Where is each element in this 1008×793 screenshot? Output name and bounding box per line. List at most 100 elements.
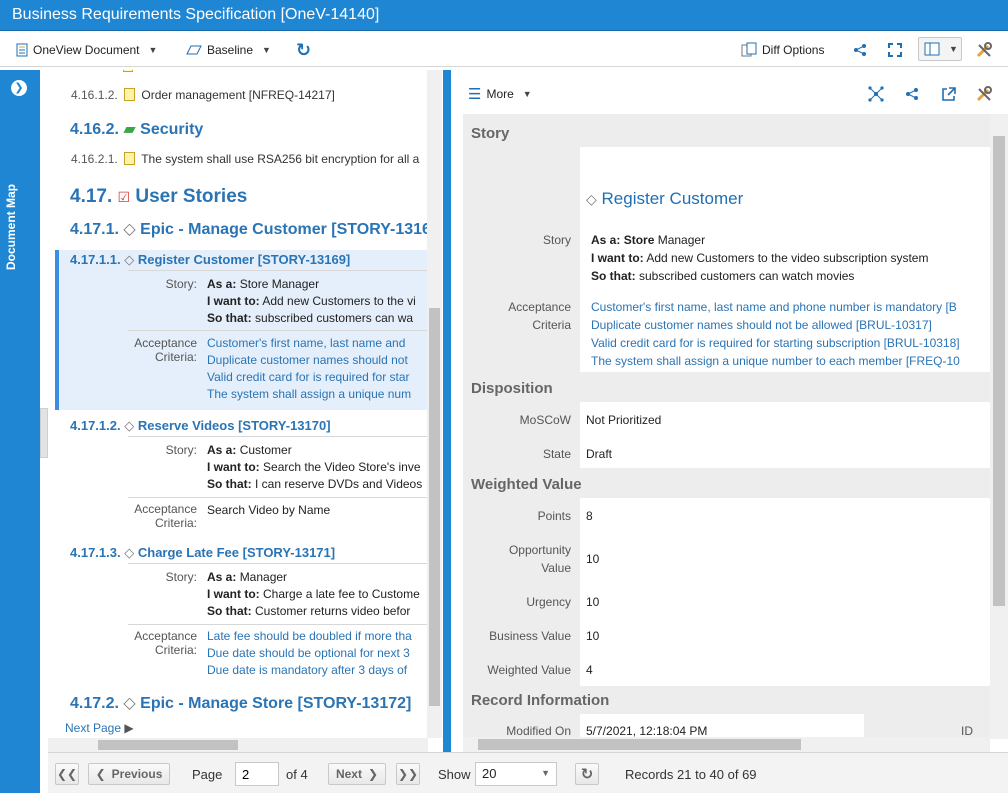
page-number-input[interactable] bbox=[235, 762, 279, 786]
refresh-button[interactable]: ↻ bbox=[296, 40, 311, 60]
share-icon bbox=[853, 43, 867, 57]
criteria-link[interactable]: Due date is mandatory after 3 days of bbox=[207, 662, 412, 679]
tag-icon: ◇ bbox=[123, 695, 136, 712]
network-icon bbox=[868, 86, 884, 102]
document-pane: 4.16.1.2. Order management [NFREQ-14217]… bbox=[48, 70, 443, 740]
fullscreen-button[interactable] bbox=[888, 40, 902, 60]
divider bbox=[128, 330, 428, 331]
criteria-link[interactable]: The system shall assign a unique number … bbox=[591, 352, 960, 370]
criteria-link[interactable]: Valid credit card for is required for st… bbox=[591, 334, 960, 352]
tools-button[interactable] bbox=[976, 40, 992, 60]
item-title: ◇ Register Customer bbox=[586, 190, 743, 208]
criteria-link[interactable]: Duplicate customer names should not bbox=[207, 352, 411, 369]
acceptance-label: Acceptance Criteria: bbox=[120, 502, 197, 530]
acc-label-1: Acceptance bbox=[134, 629, 197, 643]
doc-heading[interactable]: 4.16.2. ▰ Security bbox=[70, 119, 203, 139]
tools-icon bbox=[976, 86, 992, 102]
details-panel: Story ◇ Register Customer Story As a: St… bbox=[463, 114, 990, 739]
tag-icon: ◇ bbox=[586, 191, 597, 207]
criteria-list: Customer's first name, last name and Dup… bbox=[207, 335, 411, 403]
business-value[interactable]: 10 bbox=[586, 627, 599, 645]
baseline-icon bbox=[186, 44, 202, 56]
details-vscroll-thumb[interactable] bbox=[993, 136, 1005, 606]
divider bbox=[128, 497, 428, 498]
chevron-down-icon: ▼ bbox=[522, 89, 532, 99]
details-hscroll-thumb[interactable] bbox=[478, 739, 801, 750]
open-external-button[interactable] bbox=[941, 84, 956, 104]
criteria-link[interactable]: Due date should be optional for next 3 bbox=[207, 645, 412, 662]
baseline-selector[interactable]: Baseline ▼ bbox=[186, 40, 271, 60]
pane-splitter[interactable] bbox=[443, 70, 451, 752]
item-text: Reserve Videos [STORY-13170] bbox=[137, 418, 331, 433]
weighted-value[interactable]: 4 bbox=[586, 661, 593, 679]
criteria-link[interactable]: The system shall assign a unique num bbox=[207, 386, 411, 403]
doc-heading[interactable]: 4.17.1. ◇ Epic - Manage Customer [STORY-… bbox=[70, 219, 431, 239]
criteria-link[interactable]: Customer's first name, last name and bbox=[207, 335, 411, 352]
page-count: of 4 bbox=[286, 767, 308, 782]
section-disposition: Disposition bbox=[471, 380, 553, 397]
layout-selector[interactable]: ▼ bbox=[918, 37, 962, 61]
share-button[interactable] bbox=[905, 84, 919, 104]
diff-options-button[interactable]: Diff Options bbox=[741, 40, 824, 60]
business-value-label: Business Value bbox=[489, 629, 571, 643]
document-vscroll-thumb[interactable] bbox=[429, 308, 440, 706]
acceptance-label: Acceptance Criteria: bbox=[120, 336, 197, 364]
heading-text: Epic - Manage Store [STORY-13172] bbox=[140, 695, 412, 712]
refresh-icon: ↻ bbox=[580, 766, 594, 783]
doc-story-title[interactable]: 4.17.1.3. ◇ Charge Late Fee [STORY-13171… bbox=[70, 545, 335, 561]
moscow-value[interactable]: Not Prioritized bbox=[586, 411, 661, 429]
more-menu[interactable]: ☰ More ▼ bbox=[468, 84, 532, 104]
want-value: Search the Video Store's inve bbox=[263, 460, 421, 474]
divider bbox=[128, 436, 428, 437]
doc-heading[interactable]: 4.17.2. ◇ Epic - Manage Store [STORY-131… bbox=[70, 693, 411, 713]
heading-text: Security bbox=[140, 121, 204, 138]
kw-so: So that: bbox=[207, 477, 252, 491]
reload-button[interactable]: ↻ bbox=[575, 763, 599, 785]
acceptance-label: Acceptance Criteria bbox=[463, 298, 571, 334]
acc-label-2: Criteria: bbox=[154, 350, 197, 364]
document-map-rail[interactable]: ❯ Document Map bbox=[0, 70, 40, 793]
last-page-button[interactable]: ❯❯ bbox=[396, 763, 420, 785]
doc-item[interactable]: 4.16.2.1. The system shall use RSA256 bi… bbox=[71, 152, 419, 166]
toolbar: OneView Document ▼ Baseline ▼ ↻ Diff Opt… bbox=[0, 31, 1008, 67]
criteria-link[interactable]: Duplicate customer names should not be a… bbox=[591, 316, 960, 334]
doc-heading[interactable]: 4.17. ☑ User Stories bbox=[70, 186, 247, 208]
item-number: 4.16.2.1. bbox=[71, 152, 118, 166]
relations-button[interactable] bbox=[868, 84, 884, 104]
criteria-link[interactable]: Late fee should be doubled if more tha bbox=[207, 628, 412, 645]
urgency-value[interactable]: 10 bbox=[586, 593, 599, 611]
criteria-link[interactable]: Valid credit card for is required for st… bbox=[207, 369, 411, 386]
opportunity-value[interactable]: 10 bbox=[586, 550, 599, 568]
state-value[interactable]: Draft bbox=[586, 445, 612, 463]
item-title-text: Register Customer bbox=[601, 189, 744, 208]
so-value: I can reserve DVDs and Videos bbox=[255, 477, 423, 491]
kw-want: I want to: bbox=[207, 294, 260, 308]
share-button[interactable] bbox=[853, 40, 867, 60]
doc-story-title[interactable]: 4.17.1.1. ◇ Register Customer [STORY-131… bbox=[70, 252, 350, 268]
next-page-button[interactable]: Next ❯ bbox=[328, 763, 386, 785]
story-value: As a: Store Manager I want to: Add new C… bbox=[207, 276, 416, 327]
kw-so: So that: bbox=[207, 311, 252, 325]
panel-handle[interactable] bbox=[40, 408, 48, 458]
kw-want: I want to: bbox=[207, 587, 260, 601]
doc-item[interactable]: 4.16.1.2. Order management [NFREQ-14217] bbox=[71, 88, 335, 102]
double-chevron-left-icon: ❮❮ bbox=[56, 767, 78, 781]
acc-label-2: Criteria: bbox=[154, 643, 197, 657]
criteria-link[interactable]: Customer's first name, last name and pho… bbox=[591, 298, 960, 316]
tools-button[interactable] bbox=[976, 84, 992, 104]
as-a-value: Manager bbox=[239, 570, 288, 584]
chevron-down-icon: ▼ bbox=[949, 44, 958, 54]
previous-page-button[interactable]: ❮ Previous bbox=[88, 763, 170, 785]
page-size-select[interactable]: 20 ▼ bbox=[475, 762, 557, 786]
points-value[interactable]: 8 bbox=[586, 507, 593, 525]
first-page-button[interactable]: ❮❮ bbox=[55, 763, 79, 785]
next-page-link[interactable]: Next Page ▶ bbox=[65, 721, 134, 735]
doc-story-title[interactable]: 4.17.1.2. ◇ Reserve Videos [STORY-13170] bbox=[70, 418, 331, 434]
checklist-icon: ☑ bbox=[117, 189, 131, 205]
view-selector[interactable]: OneView Document ▼ bbox=[16, 40, 157, 60]
expand-map-icon[interactable]: ❯ bbox=[11, 80, 27, 96]
weighted-card bbox=[580, 498, 990, 686]
document-hscroll-thumb[interactable] bbox=[98, 740, 238, 750]
kw-as-a: As a: bbox=[591, 233, 621, 247]
kw-want: I want to: bbox=[207, 460, 260, 474]
